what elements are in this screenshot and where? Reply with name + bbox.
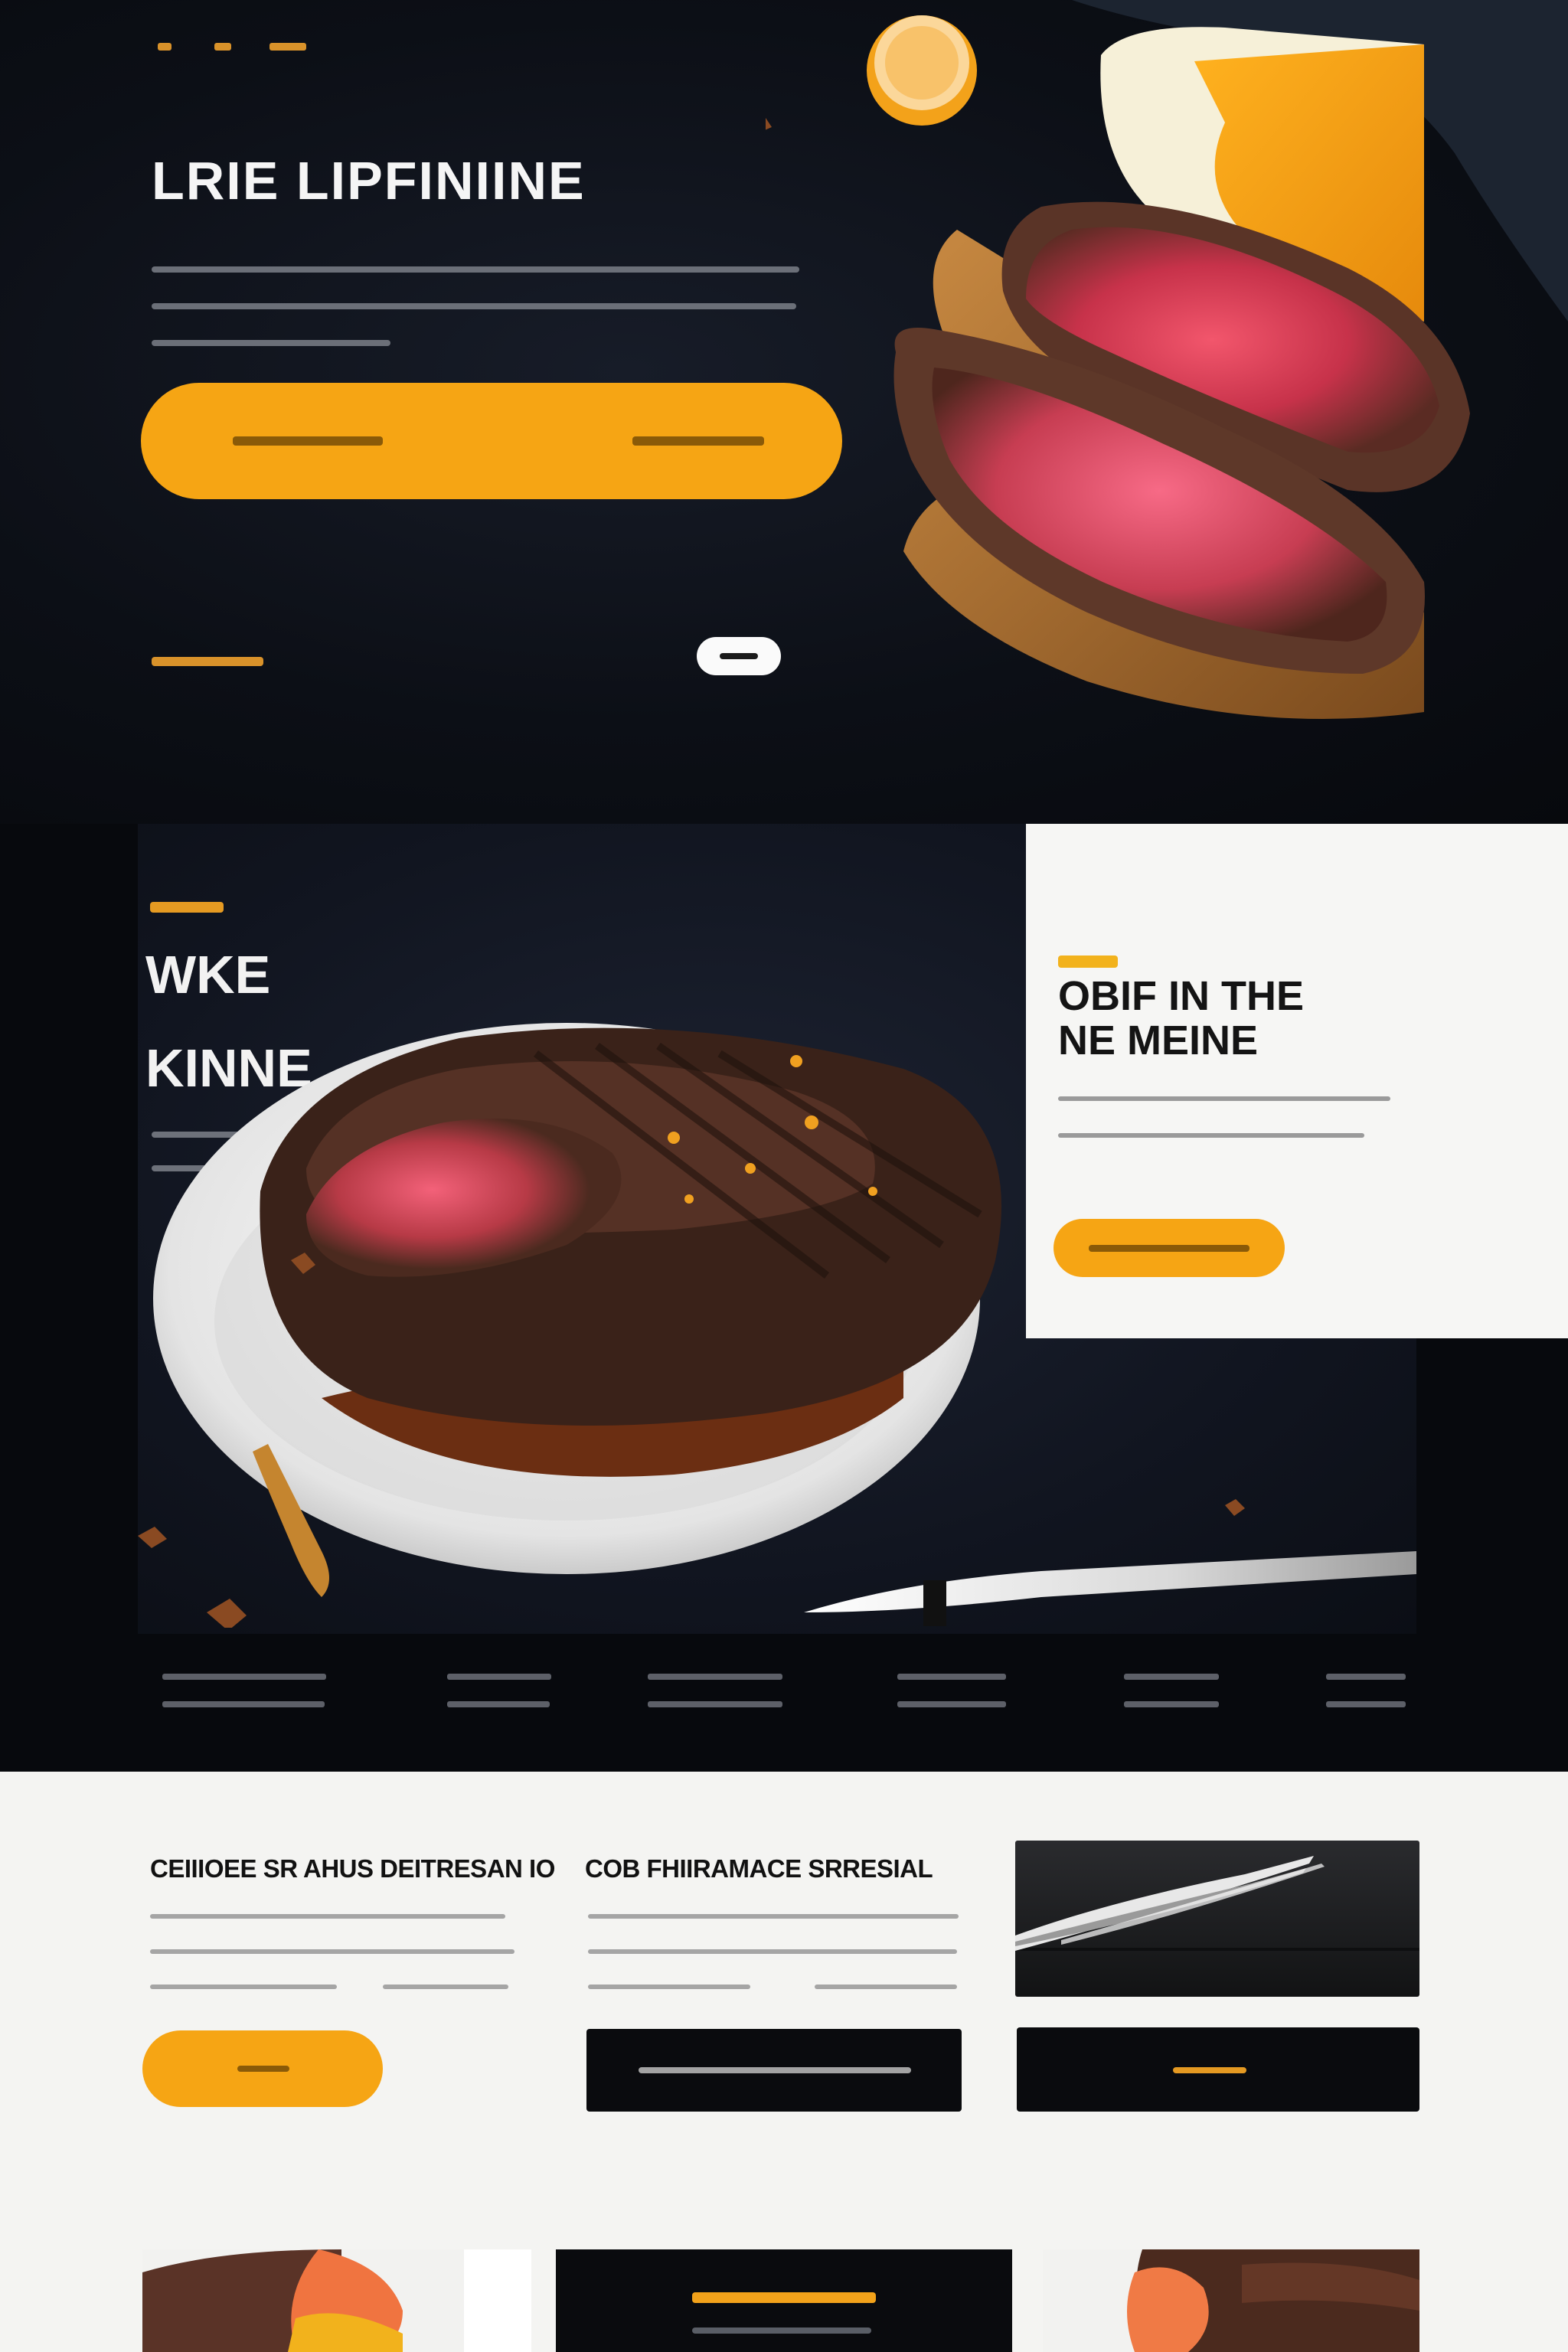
thumbnail-dark-card[interactable]: [556, 2249, 1012, 2352]
hero-cta-button[interactable]: [141, 383, 842, 499]
info-card-cta-button[interactable]: [1054, 1219, 1285, 1277]
hero-title: LRIE LIPFINIINE: [152, 151, 586, 211]
steak-thumbnail-image: [1127, 2249, 1419, 2352]
card1-button[interactable]: [142, 2030, 383, 2107]
hero-cta-label-right: [632, 436, 764, 446]
steak-hero-image: [766, 0, 1568, 719]
info-card: OBIF IN THE NE MEINE: [1026, 824, 1568, 1338]
feature-section: WKE KINNE OBIF IN THE NE MEINE: [0, 824, 1568, 1772]
hero-section: LRIE LIPFINIINE: [0, 0, 1568, 824]
card3-button[interactable]: [1017, 2027, 1419, 2112]
cards-section: CEIIIOEE SR AHUS DEITRESAN IO COB FHIIRA…: [0, 1772, 1568, 2352]
info-card-title-line2: NE MEINE: [1058, 1018, 1259, 1063]
card2-button[interactable]: [586, 2029, 962, 2112]
footer-link[interactable]: [447, 1674, 551, 1680]
knife-image: [1015, 1841, 1419, 1997]
steak-thumbnail-image: [142, 2249, 531, 2352]
hero-secondary-link[interactable]: [152, 657, 263, 666]
footer-link[interactable]: [648, 1674, 782, 1680]
nav-link-2[interactable]: [214, 43, 231, 51]
card2-title: COB FHIIRAMACE SRRESIAL: [585, 1854, 933, 1883]
nav-link-1[interactable]: [158, 43, 172, 51]
info-card-eyebrow: [1058, 956, 1118, 968]
footer-link[interactable]: [162, 1701, 325, 1707]
footer-link[interactable]: [648, 1701, 782, 1707]
thumbnail-steak-left[interactable]: [142, 2249, 531, 2352]
thumbnail-steak-right[interactable]: [1043, 2249, 1419, 2352]
card1-title: CEIIIOEE SR AHUS DEITRESAN IO: [150, 1854, 555, 1883]
footer-link[interactable]: [897, 1701, 1006, 1707]
footer-link[interactable]: [447, 1701, 550, 1707]
footer-link[interactable]: [1326, 1701, 1406, 1707]
footer-link[interactable]: [162, 1674, 326, 1680]
feature-eyebrow: [150, 902, 224, 913]
knife-illustration: [1015, 1856, 1419, 1951]
footer-link[interactable]: [1124, 1701, 1219, 1707]
footer-link[interactable]: [1124, 1674, 1219, 1680]
footer-link[interactable]: [897, 1674, 1006, 1680]
footer-link[interactable]: [1326, 1674, 1406, 1680]
info-card-title-line1: OBIF IN THE: [1058, 973, 1304, 1019]
info-card-title: OBIF IN THE NE MEINE: [1058, 974, 1304, 1063]
nav-link-3[interactable]: [270, 43, 306, 51]
hero-cta-label-left: [233, 436, 383, 446]
